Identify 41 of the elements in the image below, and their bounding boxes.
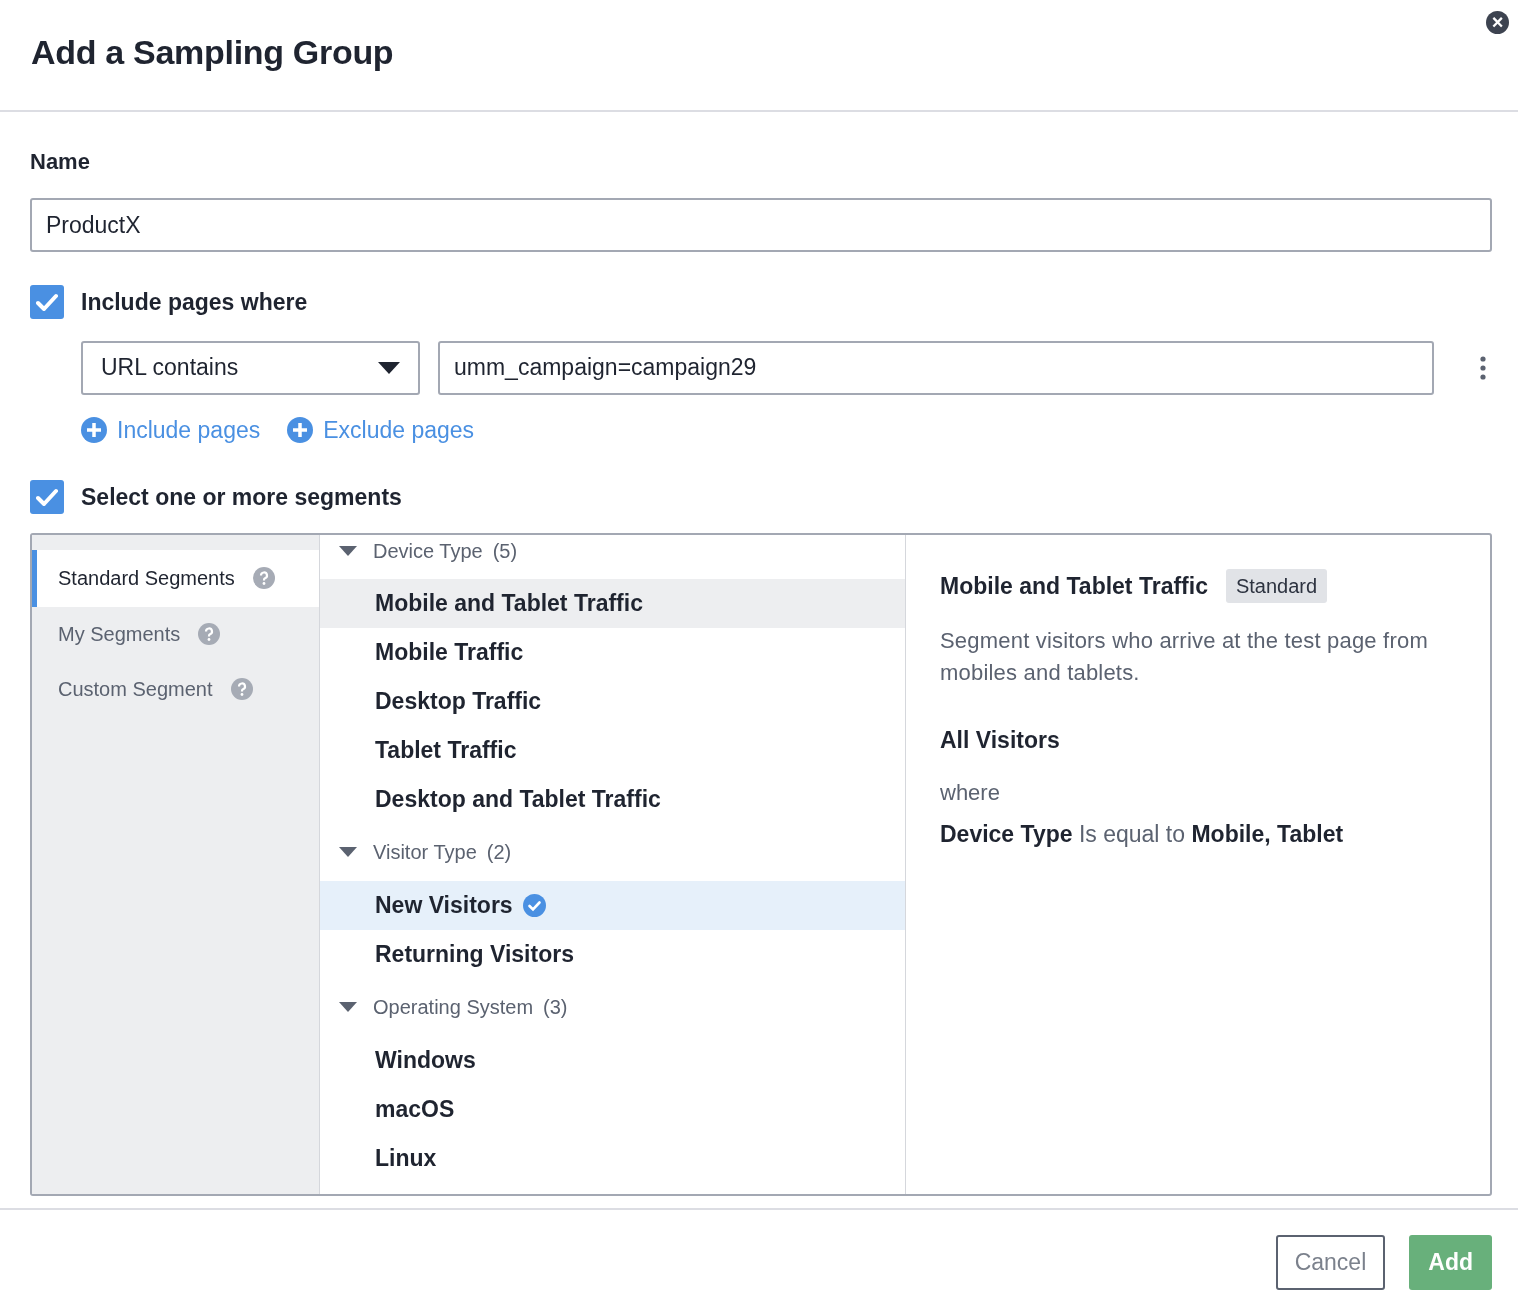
audience-label: All Visitors — [940, 726, 1061, 755]
plus-circle-icon — [81, 416, 107, 443]
help-icon — [230, 678, 253, 700]
operator-dropdown[interactable]: URL contains — [81, 340, 420, 395]
cancel-button[interactable]: Cancel — [1275, 1235, 1386, 1290]
segment-tab[interactable]: Custom Segment — [32, 661, 319, 717]
group-count: (2) — [486, 840, 512, 865]
group-label: Device Type — [373, 538, 483, 564]
segment-name: Mobile and Tablet Traffic — [940, 571, 1208, 601]
group-label: Operating System — [373, 995, 534, 1020]
check-icon — [36, 293, 58, 312]
name-field[interactable]: ProductX — [30, 198, 1492, 252]
segment-tab[interactable]: Standard Segments — [32, 549, 319, 607]
help-icon — [198, 623, 221, 645]
rule-value-field[interactable]: umm_campaign=campaign29 — [438, 340, 1434, 395]
group-count: (5) — [492, 538, 518, 564]
check-circle-icon — [522, 893, 546, 917]
checkbox-label: Include pages where — [81, 288, 308, 317]
dialog-title: Add a Sampling Group — [31, 31, 394, 73]
caret-icon[interactable] — [339, 545, 357, 556]
close-button[interactable]: × — [1486, 11, 1509, 34]
checkbox[interactable] — [30, 480, 64, 515]
group-count: (3) — [543, 995, 568, 1020]
segment-item[interactable]: Mobile and Tablet Traffic — [320, 578, 905, 628]
plus-circle-icon — [287, 416, 314, 443]
segment-tab[interactable]: My Segments — [32, 606, 319, 662]
help-icon — [252, 567, 275, 589]
segment-badge: Standard — [1225, 568, 1328, 603]
field-label: Name — [30, 149, 91, 175]
caret-icon[interactable] — [339, 1002, 357, 1012]
where-label: where — [940, 778, 1001, 807]
checkbox-label: Select one or more segments — [81, 483, 402, 512]
group-label: Visitor Type — [373, 840, 477, 865]
condition-text: Device Type Is equal to Mobile, Tablet — [940, 819, 1345, 849]
segment-item[interactable]: New Visitors — [320, 880, 905, 930]
checkbox[interactable] — [30, 285, 64, 320]
caret-icon[interactable] — [339, 847, 357, 857]
check-icon — [36, 488, 58, 507]
caret-icon — [378, 361, 400, 374]
segment-description: Segment visitors who arrive at the test page from mobiles and tablets. — [940, 627, 1429, 687]
more-options-icon[interactable] — [1480, 355, 1486, 380]
